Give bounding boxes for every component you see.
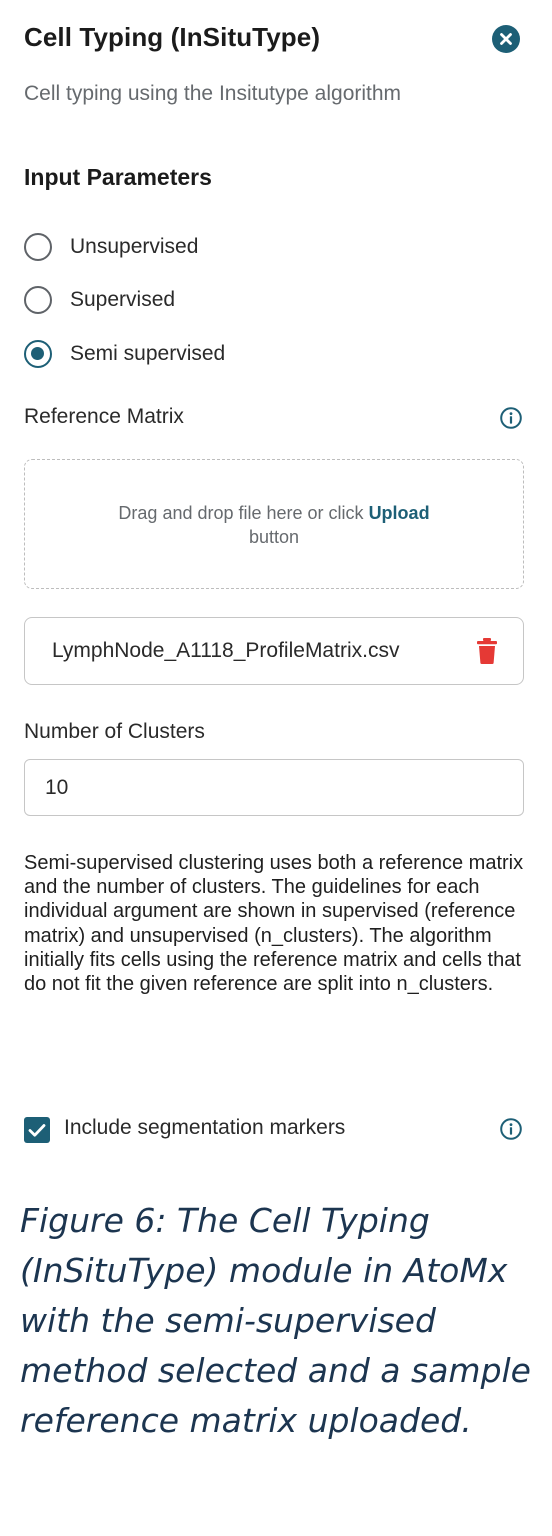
close-icon[interactable] <box>492 25 520 53</box>
reference-matrix-label: Reference Matrix <box>24 405 184 428</box>
radio-label: Supervised <box>70 288 176 311</box>
radio-semi-supervised[interactable]: Semi supervised <box>24 337 225 371</box>
segmentation-markers-checkbox[interactable] <box>24 1117 50 1143</box>
upload-link[interactable]: Upload <box>369 503 430 523</box>
figure-caption: Figure 6: The Cell Typing (InSituType) m… <box>20 1201 531 1440</box>
radio-unsupervised[interactable]: Unsupervised <box>24 230 198 264</box>
trash-icon[interactable] <box>475 637 499 665</box>
radio-label: Unsupervised <box>70 235 199 258</box>
uploaded-file-name: LymphNode_A1118_ProfileMatrix.csv <box>52 639 400 662</box>
radio-button-unchecked[interactable] <box>24 233 52 261</box>
panel-title: Cell Typing (InSituType) <box>24 22 321 52</box>
dropzone-suffix: button <box>248 527 300 547</box>
info-icon[interactable] <box>499 1117 523 1141</box>
panel-subtitle: Cell typing using the Insitutype algorit… <box>24 82 402 105</box>
dropzone-text: Drag and drop file here or click <box>118 503 364 523</box>
radio-button-unchecked[interactable] <box>24 286 52 314</box>
radio-supervised[interactable]: Supervised <box>24 283 175 317</box>
info-icon[interactable] <box>499 406 523 430</box>
file-dropzone[interactable]: Drag and drop file here or click Upload … <box>24 459 524 589</box>
radio-label: Semi supervised <box>70 342 226 365</box>
uploaded-file-item: LymphNode_A1118_ProfileMatrix.csv <box>24 617 524 685</box>
segmentation-markers-label[interactable]: Include segmentation markers <box>64 1116 345 1140</box>
cell-typing-panel: Cell Typing (InSituType) Cell typing usi… <box>0 0 552 1536</box>
section-title: Input Parameters <box>24 164 212 190</box>
number-of-clusters-label: Number of Clusters <box>24 720 205 743</box>
number-of-clusters-input[interactable] <box>24 759 524 816</box>
radio-button-checked[interactable] <box>24 340 52 368</box>
semi-supervised-description: Semi-supervised clustering uses both a r… <box>24 852 524 996</box>
